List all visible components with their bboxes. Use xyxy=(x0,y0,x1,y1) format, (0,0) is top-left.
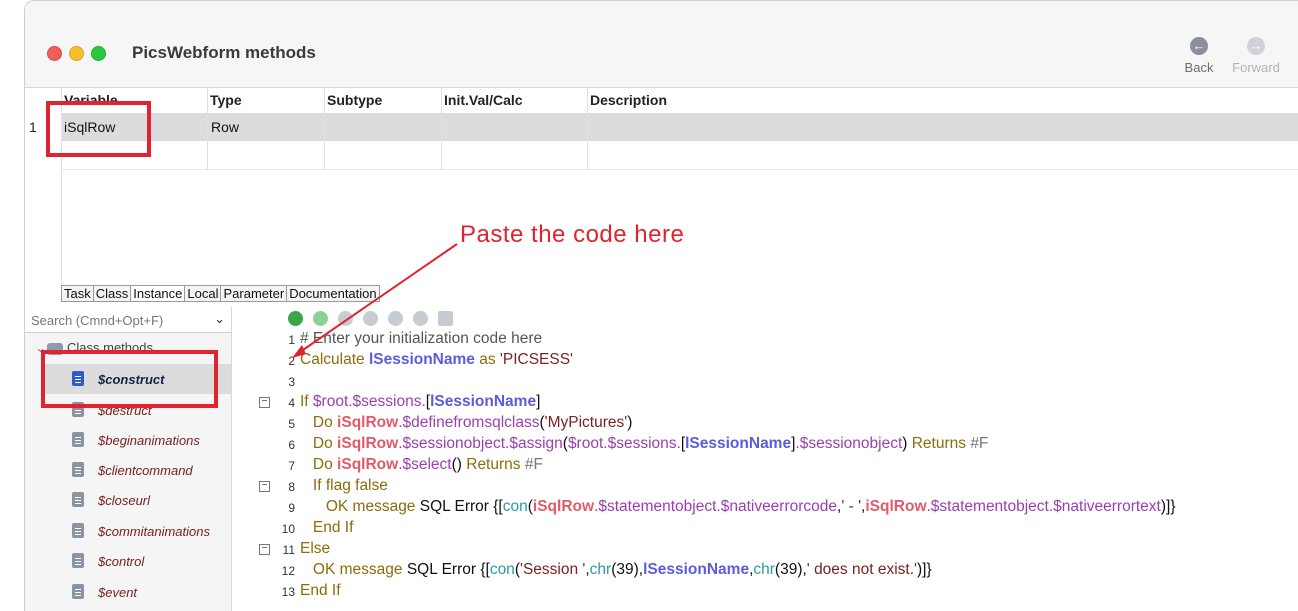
annotation-arrow-icon xyxy=(292,243,458,358)
